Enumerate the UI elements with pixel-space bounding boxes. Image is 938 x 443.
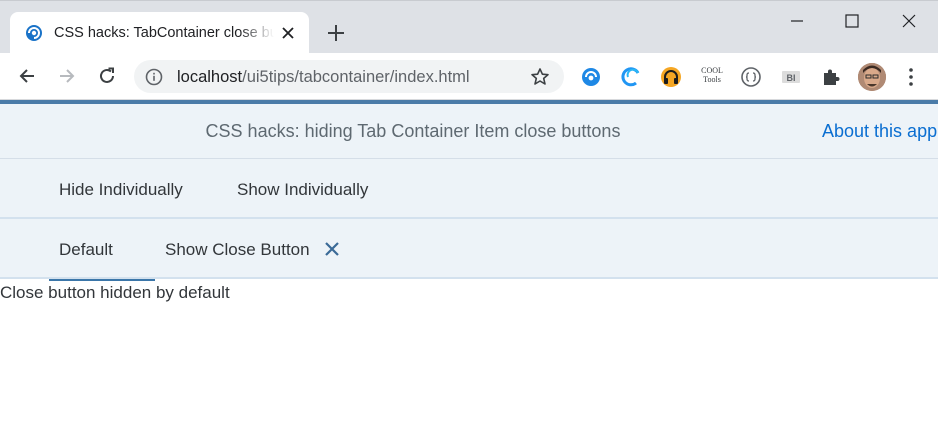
- ui5-favicon-icon: [25, 24, 43, 42]
- puzzle-icon[interactable]: [819, 65, 843, 89]
- maximize-window-icon[interactable]: [841, 10, 863, 32]
- tab-label: Default: [59, 240, 113, 259]
- url-host: localhost: [177, 68, 243, 86]
- new-tab-plus-icon[interactable]: [325, 22, 347, 44]
- browser-toolbar: localhost/ui5tips/tabcontainer/index.htm…: [0, 53, 938, 100]
- json-icon[interactable]: [739, 65, 763, 89]
- reload-icon[interactable]: [96, 65, 118, 87]
- bookmark-star-icon[interactable]: [530, 67, 550, 87]
- address-bar[interactable]: localhost/ui5tips/tabcontainer/index.htm…: [134, 60, 564, 93]
- forward-arrow-icon[interactable]: [56, 65, 78, 87]
- tab-label: Hide Individually: [59, 180, 183, 199]
- browser-tabstrip: CSS hacks: TabContainer close buttons: [0, 0, 938, 54]
- ui5-inspector-icon[interactable]: [579, 65, 603, 89]
- close-window-icon[interactable]: [898, 10, 920, 32]
- tab-content-text: Close button hidden by default: [0, 283, 230, 302]
- headphones-icon[interactable]: [659, 65, 683, 89]
- app-header: CSS hacks: hiding Tab Container Item clo…: [0, 104, 938, 159]
- profile-avatar[interactable]: [858, 63, 886, 91]
- tab-default[interactable]: Default: [49, 219, 155, 281]
- bi-icon-label: BI: [787, 73, 796, 83]
- site-info-icon[interactable]: [145, 68, 163, 86]
- minimize-window-icon[interactable]: [786, 10, 808, 32]
- tab-hide-individually[interactable]: Hide Individually: [49, 159, 197, 219]
- tab-show-close-button[interactable]: Show Close Button: [155, 219, 355, 279]
- back-arrow-icon[interactable]: [16, 65, 38, 87]
- browser-tab-title: CSS hacks: TabContainer close buttons: [54, 25, 274, 41]
- browser-menu-icon[interactable]: [901, 66, 921, 88]
- edge-icon[interactable]: [619, 65, 643, 89]
- tab-show-individually[interactable]: Show Individually: [227, 159, 413, 221]
- url-path: /ui5tips/tabcontainer/index.html: [242, 68, 470, 86]
- bi-icon[interactable]: BI: [779, 65, 803, 89]
- browser-tab[interactable]: CSS hacks: TabContainer close buttons: [10, 12, 309, 54]
- tab-label: Show Individually: [237, 180, 369, 199]
- inner-tab-bar: Default Show Close Button: [0, 219, 938, 281]
- tab-label: Show Close Button: [165, 240, 310, 259]
- outer-tab-bar: Hide Individually Show Individually: [0, 159, 938, 221]
- page-title: CSS hacks: hiding Tab Container Item clo…: [205, 121, 621, 141]
- tools-icon-label: COOL Tools: [701, 66, 723, 84]
- close-tab-icon[interactable]: [280, 25, 296, 41]
- tools-icon[interactable]: COOL Tools: [699, 63, 725, 89]
- close-tab-icon[interactable]: [323, 240, 341, 258]
- url-text[interactable]: localhost/ui5tips/tabcontainer/index.htm…: [177, 68, 470, 87]
- about-app-link[interactable]: About this app: [822, 121, 937, 142]
